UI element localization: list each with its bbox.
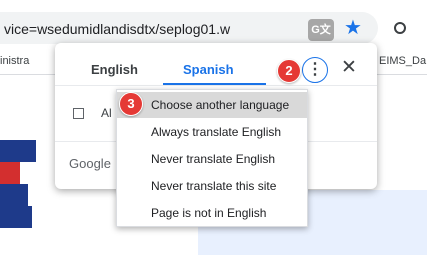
site-logo bbox=[0, 140, 36, 255]
translate-options-menu: Choose another language Always translate… bbox=[116, 89, 308, 227]
bookmark-item[interactable]: inistra bbox=[0, 55, 29, 67]
address-bar: vice=wsedumidlandisdtx/seplog01.w G文 ★ bbox=[0, 8, 427, 48]
bookmark-item[interactable]: EIMS_Da bbox=[379, 55, 426, 67]
tab-divider bbox=[55, 85, 377, 86]
always-translate-label: Al bbox=[101, 106, 112, 120]
always-translate-checkbox[interactable] bbox=[73, 108, 84, 119]
menu-item-page-not-english[interactable]: Page is not in English bbox=[117, 200, 307, 226]
url-field[interactable]: vice=wsedumidlandisdtx/seplog01.w G文 ★ bbox=[0, 12, 378, 44]
tab-spanish[interactable]: Spanish bbox=[183, 62, 234, 77]
tab-english[interactable]: English bbox=[91, 62, 138, 77]
star-icon[interactable]: ★ bbox=[344, 17, 362, 39]
menu-item-choose-language[interactable]: Choose another language bbox=[117, 92, 307, 118]
step-badge: 3 bbox=[119, 92, 143, 116]
close-icon[interactable]: ✕ bbox=[341, 58, 357, 78]
menu-item-never-translate-site[interactable]: Never translate this site bbox=[117, 173, 307, 199]
more-vert-icon[interactable]: ⋮ bbox=[302, 57, 328, 83]
menu-item-never-translate-language[interactable]: Never translate English bbox=[117, 146, 307, 172]
extension-icon[interactable] bbox=[394, 22, 406, 34]
step-badge: 2 bbox=[277, 59, 301, 83]
translate-icon[interactable]: G文 bbox=[308, 19, 334, 41]
url-text[interactable]: vice=wsedumidlandisdtx/seplog01.w bbox=[4, 21, 230, 37]
google-label: Google bbox=[69, 156, 111, 171]
menu-item-always-translate[interactable]: Always translate English bbox=[117, 119, 307, 145]
